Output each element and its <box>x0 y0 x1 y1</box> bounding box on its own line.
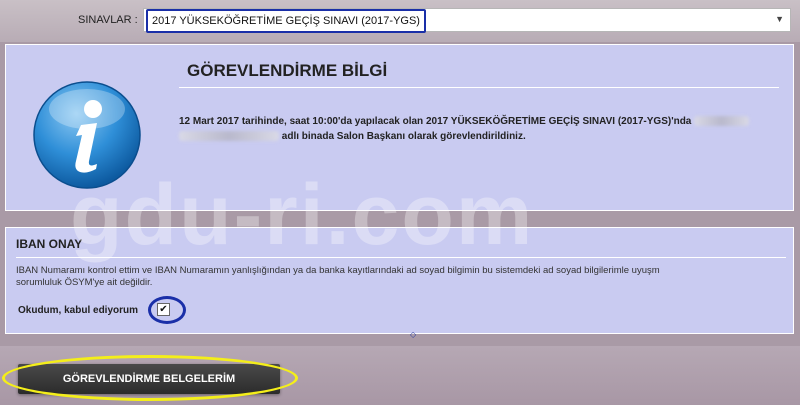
exam-select-label: SINAVLAR : <box>78 14 138 26</box>
redacted-text <box>694 116 750 127</box>
iban-statement: IBAN Numaramı kontrol ettim ve IBAN Numa… <box>16 265 800 289</box>
assignment-info-panel: GÖREVLENDİRME BİLGİ 12 Mart 2017 tarihin… <box>5 44 794 211</box>
iban-statement-line2: sorumluluk ÖSYM'ye ait değildir. <box>16 277 153 288</box>
highlight-ellipse <box>2 355 298 401</box>
iban-title: IBAN ONAY <box>16 237 83 251</box>
exam-selected-value[interactable]: 2017 YÜKSEKÖĞRETİME GEÇİŞ SINAVI (2017-Y… <box>146 9 426 33</box>
info-title-text: GÖREVLENDİRME BİLGİ <box>187 61 388 80</box>
assignment-text: 12 Mart 2017 tarihinde, saat 10:00'da ya… <box>179 114 779 144</box>
exam-select[interactable]: 2017 YÜKSEKÖĞRETİME GEÇİŞ SINAVI (2017-Y… <box>143 8 791 33</box>
redacted-text <box>179 131 279 142</box>
ack-label: Okudum, kabul ediyorum <box>18 305 139 316</box>
iban-confirm-panel: IBAN ONAY IBAN Numaramı kontrol ettim ve… <box>5 227 794 334</box>
assignment-text-line1: 12 Mart 2017 tarihinde, saat 10:00'da ya… <box>179 116 692 127</box>
info-icon <box>33 81 141 189</box>
iban-statement-line1: IBAN Numaramı kontrol ettim ve IBAN Numa… <box>16 265 660 276</box>
exam-selector-bar: SINAVLAR : 2017 YÜKSEKÖĞRETİME GEÇİŞ SIN… <box>0 0 800 42</box>
chevron-down-icon[interactable]: ▼ <box>775 14 784 24</box>
highlight-circle <box>148 296 186 324</box>
diamond-icon: ◇ <box>410 330 417 339</box>
info-title: GÖREVLENDİRME BİLGİ <box>179 59 779 88</box>
divider <box>16 257 786 258</box>
assignment-text-line2: adlı binada Salon Başkanı olarak görevle… <box>281 131 526 142</box>
